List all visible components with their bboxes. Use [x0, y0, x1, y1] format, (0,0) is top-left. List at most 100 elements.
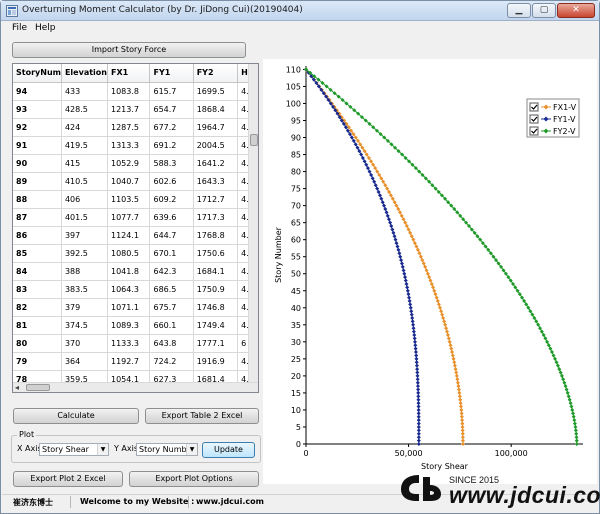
scroll-left-icon[interactable]: ◂: [15, 383, 19, 392]
table-row[interactable]: 85392.51080.5670.11750.64.5: [13, 244, 258, 263]
story-number-cell[interactable]: 87: [13, 208, 62, 227]
table-cell[interactable]: 1750.6: [193, 244, 239, 263]
table-cell[interactable]: 588.3: [149, 154, 194, 173]
table-cell[interactable]: 1777.1: [193, 334, 239, 353]
story-number-cell[interactable]: 86: [13, 226, 62, 245]
table-cell[interactable]: 1643.3: [193, 172, 239, 191]
story-number-cell[interactable]: 82: [13, 298, 62, 317]
import-story-force-button[interactable]: Import Story Force: [12, 42, 246, 58]
table-row[interactable]: 81374.51089.3660.11749.44.5: [13, 316, 258, 335]
table-cell[interactable]: 428.5: [61, 100, 108, 119]
story-force-table[interactable]: StoryNumElevationFX1FY1FY2He 944331083.8…: [12, 63, 259, 393]
table-cell[interactable]: 1041.8: [107, 262, 151, 281]
story-number-cell[interactable]: 83: [13, 280, 62, 299]
table-cell[interactable]: 1083.8: [107, 82, 151, 101]
story-number-cell[interactable]: 94: [13, 82, 62, 101]
table-cell[interactable]: 615.7: [149, 82, 194, 101]
table-cell[interactable]: 1868.4: [193, 100, 239, 119]
table-cell[interactable]: 1103.5: [107, 190, 151, 209]
table-cell[interactable]: 1213.7: [107, 100, 151, 119]
table-cell[interactable]: 374.5: [61, 316, 108, 335]
table-cell[interactable]: 1077.7: [107, 208, 151, 227]
y-axis-select[interactable]: Story Number ▼: [136, 443, 198, 456]
x-axis-select[interactable]: Story Shear ▼: [39, 443, 109, 456]
table-cell[interactable]: 1746.8: [193, 298, 239, 317]
column-header[interactable]: StoryNum: [13, 64, 62, 83]
table-row[interactable]: 884061103.5609.21712.74.5: [13, 190, 258, 209]
story-number-cell[interactable]: 91: [13, 136, 62, 155]
table-row[interactable]: 944331083.8615.71699.54.5: [13, 82, 258, 101]
story-number-cell[interactable]: 93: [13, 100, 62, 119]
table-cell[interactable]: 406: [61, 190, 108, 209]
table-cell[interactable]: 642.3: [149, 262, 194, 281]
menu-help[interactable]: Help: [35, 23, 56, 33]
table-cell[interactable]: 1750.9: [193, 280, 239, 299]
table-cell[interactable]: 433: [61, 82, 108, 101]
story-number-cell[interactable]: 92: [13, 118, 62, 137]
table-row[interactable]: 87401.51077.7639.61717.34.5: [13, 208, 258, 227]
column-header[interactable]: Elevation: [61, 64, 108, 83]
table-cell[interactable]: 1192.7: [107, 352, 151, 371]
table-cell[interactable]: 1712.7: [193, 190, 239, 209]
table-row[interactable]: 93428.51213.7654.71868.44.5: [13, 100, 258, 119]
table-row[interactable]: 904151052.9588.31641.24.5: [13, 154, 258, 173]
table-cell[interactable]: 677.2: [149, 118, 194, 137]
table-cell[interactable]: 383.5: [61, 280, 108, 299]
table-horizontal-scrollbar[interactable]: ◂: [13, 382, 258, 392]
table-row[interactable]: 793641192.7724.21916.94.5: [13, 352, 258, 371]
table-cell[interactable]: 1124.1: [107, 226, 151, 245]
table-cell[interactable]: 643.8: [149, 334, 194, 353]
status-website[interactable]: www.jdcui.com: [196, 497, 264, 506]
table-cell[interactable]: 364: [61, 352, 108, 371]
calculate-button[interactable]: Calculate: [13, 408, 139, 424]
table-cell[interactable]: 1699.5: [193, 82, 239, 101]
table-row[interactable]: 83383.51064.3686.51750.94.5: [13, 280, 258, 299]
table-cell[interactable]: 1768.8: [193, 226, 239, 245]
table-cell[interactable]: 388: [61, 262, 108, 281]
table-row[interactable]: 924241287.5677.21964.74.5: [13, 118, 258, 137]
update-button[interactable]: Update: [202, 442, 255, 458]
table-cell[interactable]: 1916.9: [193, 352, 239, 371]
table-cell[interactable]: 724.2: [149, 352, 194, 371]
table-cell[interactable]: 675.7: [149, 298, 194, 317]
table-cell[interactable]: 609.2: [149, 190, 194, 209]
table-row[interactable]: 80 370 1133.3 643.8 1777.1 6: [13, 334, 258, 353]
table-cell[interactable]: 1052.9: [107, 154, 151, 173]
export-plot-button[interactable]: Export Plot 2 Excel: [13, 471, 123, 487]
close-button[interactable]: ✕: [557, 3, 595, 18]
column-header[interactable]: FY1: [149, 64, 194, 83]
table-cell[interactable]: 379: [61, 298, 108, 317]
export-table-button[interactable]: Export Table 2 Excel: [145, 408, 259, 424]
scroll-thumb[interactable]: [250, 134, 258, 146]
table-cell[interactable]: 419.5: [61, 136, 108, 155]
table-cell[interactable]: 401.5: [61, 208, 108, 227]
story-number-cell[interactable]: 89: [13, 172, 62, 191]
story-number-cell[interactable]: 88: [13, 190, 62, 209]
table-cell[interactable]: 2004.5: [193, 136, 239, 155]
table-cell[interactable]: 1964.7: [193, 118, 239, 137]
table-cell[interactable]: 686.5: [149, 280, 194, 299]
table-cell[interactable]: 1080.5: [107, 244, 151, 263]
table-cell[interactable]: 1717.3: [193, 208, 239, 227]
table-row[interactable]: 843881041.8642.31684.14.5: [13, 262, 258, 281]
story-number-cell[interactable]: 84: [13, 262, 62, 281]
table-cell[interactable]: 1071.1: [107, 298, 151, 317]
export-plot-options-button[interactable]: Export Plot Options: [129, 471, 259, 487]
table-cell[interactable]: 1749.4: [193, 316, 239, 335]
table-cell[interactable]: 660.1: [149, 316, 194, 335]
table-cell[interactable]: 1287.5: [107, 118, 151, 137]
story-number-cell[interactable]: 80: [13, 334, 62, 353]
table-cell[interactable]: 1684.1: [193, 262, 239, 281]
table-cell[interactable]: 654.7: [149, 100, 194, 119]
table-cell[interactable]: 415: [61, 154, 108, 173]
story-number-cell[interactable]: 90: [13, 154, 62, 173]
maximize-button[interactable]: ▢: [532, 3, 556, 18]
story-number-cell[interactable]: 81: [13, 316, 62, 335]
table-cell[interactable]: 644.7: [149, 226, 194, 245]
table-row[interactable]: 863971124.1644.71768.84.5: [13, 226, 258, 245]
table-cell[interactable]: 602.6: [149, 172, 194, 191]
table-cell[interactable]: 410.5: [61, 172, 108, 191]
table-cell[interactable]: 639.6: [149, 208, 194, 227]
table-cell[interactable]: 1133.3: [107, 334, 151, 353]
table-cell[interactable]: 691.2: [149, 136, 194, 155]
